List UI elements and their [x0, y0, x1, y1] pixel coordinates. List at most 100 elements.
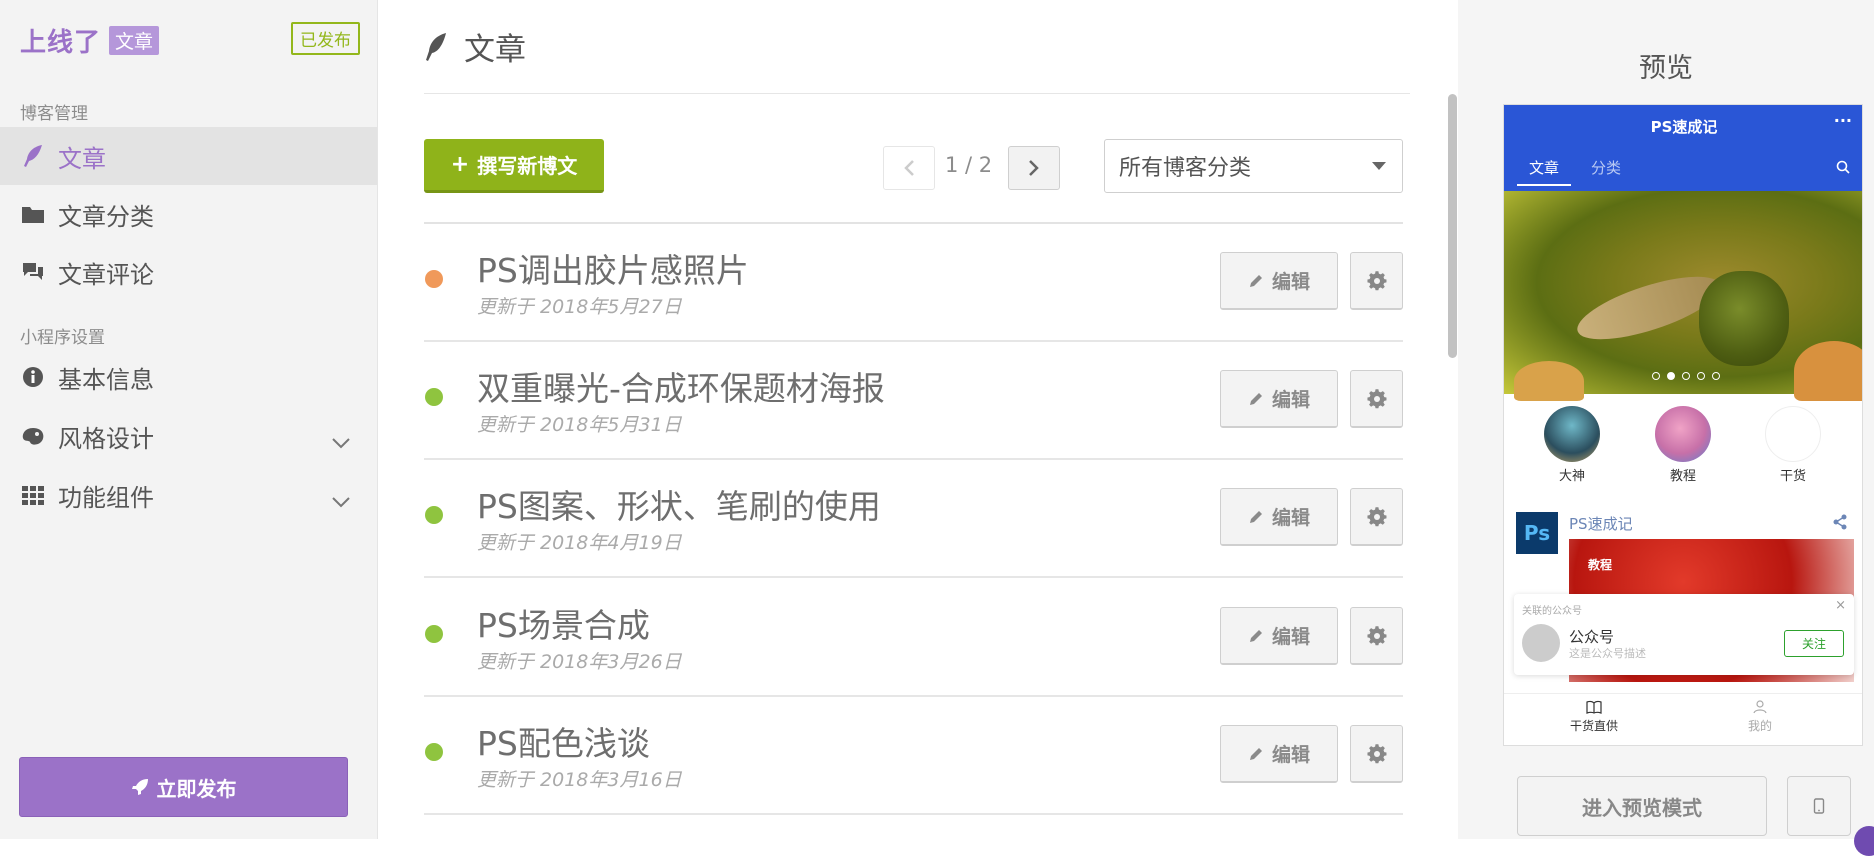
publish-button[interactable]: 立即发布 — [19, 757, 348, 817]
scrollbar[interactable] — [1448, 94, 1457, 358]
plus-icon: + — [450, 152, 470, 177]
info-icon — [20, 364, 46, 390]
post-title[interactable]: 双重曝光-合成环保题材海报 — [477, 362, 885, 410]
preview-mode-button[interactable]: 进入预览模式 — [1517, 776, 1767, 836]
follow-title: 公众号 — [1569, 628, 1615, 646]
status-dot — [425, 388, 443, 406]
divider — [424, 93, 1410, 94]
sidebar-item-basic-info[interactable]: 基本信息 — [0, 348, 377, 406]
sidebar-item-components[interactable]: 功能组件 — [0, 466, 377, 524]
chevron-right-icon — [1029, 160, 1039, 176]
page-header: 文章 — [424, 24, 526, 69]
phone-preview: PS速成记 ··· 文章 分类 大神 教程 干货 Ps PS速成记 教程 关联的… — [1503, 104, 1863, 746]
new-post-button[interactable]: + 撰写新博文 — [424, 139, 604, 193]
palette-icon — [20, 423, 46, 449]
gear-icon — [1366, 743, 1386, 763]
settings-button[interactable] — [1350, 725, 1403, 783]
phone-tabbar: 干货直供 我的 — [1504, 693, 1862, 745]
edit-label: 编辑 — [1271, 507, 1310, 529]
sidebar-item-comments[interactable]: 文章评论 — [0, 243, 377, 301]
feed-account-name: PS速成记 — [1569, 515, 1633, 533]
settings-button[interactable] — [1350, 607, 1403, 665]
mobile-icon — [1813, 798, 1825, 814]
feed-tag: 教程 — [1588, 558, 1613, 572]
ps-logo: Ps — [1516, 512, 1558, 554]
more-icon: ··· — [1833, 111, 1852, 130]
edit-label: 编辑 — [1271, 389, 1310, 411]
post-date: 更新于 2018年5月27日 — [477, 296, 682, 318]
carousel-dots — [1652, 372, 1720, 380]
sidebar-item-label: 文章 — [58, 144, 106, 173]
sidebar-item-articles[interactable]: 文章 — [0, 127, 377, 185]
post-title[interactable]: PS配色浅谈 — [477, 717, 650, 765]
edit-button[interactable]: 编辑 — [1220, 488, 1338, 546]
edit-label: 编辑 — [1271, 744, 1310, 766]
edit-button[interactable]: 编辑 — [1220, 607, 1338, 665]
feather-icon — [20, 143, 46, 169]
post-row: PS图案、形状、笔刷的使用更新于 2018年4月19日 编辑 — [424, 460, 1403, 578]
section-title-blog: 博客管理 — [20, 104, 88, 124]
gear-icon — [1366, 506, 1386, 526]
status-dot — [425, 270, 443, 288]
pencil-icon — [1249, 629, 1262, 642]
chevron-down-icon — [331, 427, 351, 455]
tabbar-item-mine: 我的 — [1700, 700, 1820, 734]
settings-button[interactable] — [1350, 370, 1403, 428]
follow-desc: 这是公众号描述 — [1569, 647, 1646, 660]
brand: 上线了 文章 — [20, 22, 160, 59]
category-select[interactable]: 所有博客分类 — [1104, 139, 1403, 193]
share-icon — [1832, 514, 1848, 534]
page-title: 文章 — [464, 32, 526, 68]
publish-label: 立即发布 — [156, 776, 237, 801]
pencil-icon — [1249, 392, 1262, 405]
device-toggle-button[interactable] — [1787, 776, 1851, 836]
edit-button[interactable]: 编辑 — [1220, 725, 1338, 783]
search-icon — [1836, 159, 1850, 178]
help-bubble-icon[interactable] — [1854, 826, 1874, 856]
gear-icon — [1366, 388, 1386, 408]
post-title[interactable]: PS场景合成 — [477, 599, 650, 647]
follow-button: 关注 — [1784, 630, 1844, 657]
sidebar-item-label: 功能组件 — [58, 483, 154, 512]
gear-icon — [1366, 270, 1386, 290]
close-icon: × — [1835, 598, 1846, 613]
follow-hint: 关联的公众号 — [1522, 606, 1582, 617]
post-row: PS调出胶片感照片更新于 2018年5月27日 编辑 — [424, 224, 1403, 342]
grid-icon — [20, 482, 46, 508]
category-tutorial: 教程 — [1654, 406, 1712, 484]
category-dry-goods: 干货 — [1764, 406, 1822, 484]
caret-down-icon — [1372, 162, 1386, 170]
settings-button[interactable] — [1350, 252, 1403, 310]
post-title[interactable]: PS图案、形状、笔刷的使用 — [477, 480, 881, 528]
pager-prev-button[interactable] — [883, 146, 935, 190]
post-title[interactable]: PS调出胶片感照片 — [477, 244, 749, 292]
gear-icon — [1366, 625, 1386, 645]
comments-icon — [20, 259, 46, 285]
edit-button[interactable]: 编辑 — [1220, 252, 1338, 310]
edit-button[interactable]: 编辑 — [1220, 370, 1338, 428]
sidebar-item-label: 风格设计 — [58, 424, 154, 453]
pencil-icon — [1249, 510, 1262, 523]
sidebar-item-style-design[interactable]: 风格设计 — [0, 407, 377, 465]
post-date: 更新于 2018年3月16日 — [477, 769, 682, 791]
post-date: 更新于 2018年5月31日 — [477, 414, 682, 436]
brand-tag: 文章 — [109, 26, 160, 55]
preview-title: 预览 — [1639, 53, 1693, 84]
category-great-master: 大神 — [1543, 406, 1601, 484]
phone-header: PS速成记 ··· 文章 分类 — [1504, 105, 1862, 191]
brand-name: 上线了 — [20, 28, 102, 58]
pencil-icon — [1249, 274, 1262, 287]
pager-text: 1 / 2 — [945, 153, 993, 177]
sidebar-item-label: 基本信息 — [58, 365, 154, 394]
edit-label: 编辑 — [1271, 271, 1310, 293]
settings-button[interactable] — [1350, 488, 1403, 546]
pager-next-button[interactable] — [1008, 146, 1060, 190]
follow-card: 关联的公众号 × 公众号 这是公众号描述 关注 — [1514, 594, 1854, 675]
rocket-icon — [131, 779, 148, 795]
category-select-value: 所有博客分类 — [1119, 156, 1252, 181]
post-row: PS配色浅谈更新于 2018年3月16日 编辑 — [424, 697, 1403, 815]
sidebar-item-categories[interactable]: 文章分类 — [0, 185, 377, 243]
status-badge: 已发布 — [291, 22, 360, 55]
feather-icon — [426, 32, 446, 61]
post-date: 更新于 2018年4月19日 — [477, 532, 682, 554]
